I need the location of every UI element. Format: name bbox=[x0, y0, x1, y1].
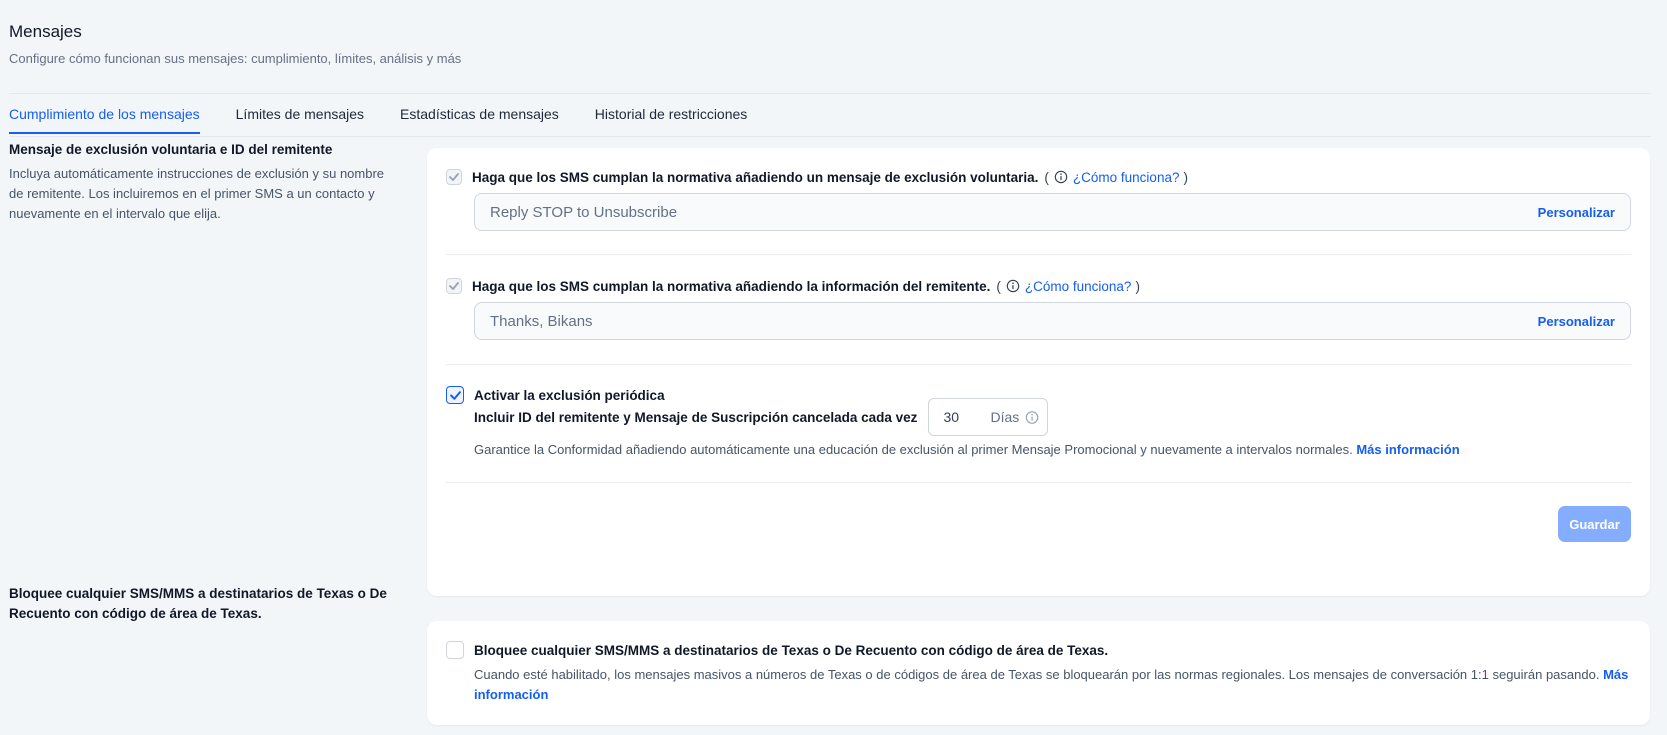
customize-optout-button[interactable]: Personalizar bbox=[1538, 205, 1615, 220]
page-header: Mensajes Configure cómo funcionan sus me… bbox=[9, 22, 461, 66]
texas-block-help: Cuando esté habilitado, los mensajes mas… bbox=[474, 665, 1631, 705]
interval-value: 30 bbox=[943, 409, 960, 425]
info-icon bbox=[1026, 410, 1039, 424]
optout-message-field[interactable]: Reply STOP to Unsubscribe Personalizar bbox=[474, 193, 1631, 231]
texas-block-label: Bloquee cualquier SMS/MMS a destinatario… bbox=[474, 642, 1109, 658]
header-divider bbox=[9, 93, 1651, 94]
more-info-link[interactable]: Más información bbox=[1356, 442, 1459, 457]
tab-bar: Cumplimiento de los mensajes Límites de … bbox=[9, 106, 783, 134]
section-optout-info: Mensaje de exclusión voluntaria e ID del… bbox=[9, 140, 389, 224]
section-optout-description: Incluya automáticamente instrucciones de… bbox=[9, 166, 385, 221]
how-it-works-group: ( ¿Cómo funciona? ) bbox=[996, 279, 1140, 294]
sender-info-checkbox[interactable] bbox=[446, 278, 462, 294]
periodic-help: Garantice la Conformidad añadiendo autom… bbox=[474, 440, 1631, 460]
sender-info-label: Haga que los SMS cumplan la normativa añ… bbox=[472, 278, 991, 294]
paren-close: ) bbox=[1135, 278, 1140, 294]
interval-label: Incluir ID del remitente y Mensaje de Su… bbox=[474, 409, 918, 425]
how-it-works-group: ( ¿Cómo funciona? ) bbox=[1044, 170, 1188, 185]
interval-input[interactable]: 30 Días bbox=[928, 398, 1049, 436]
interval-unit: Días bbox=[990, 409, 1020, 425]
texas-block-row: Bloquee cualquier SMS/MMS a destinatario… bbox=[446, 641, 1631, 659]
info-icon bbox=[1054, 170, 1068, 184]
section-optout-title: Mensaje de exclusión voluntaria e ID del… bbox=[9, 142, 333, 157]
divider bbox=[446, 254, 1631, 255]
paren-close: ) bbox=[1183, 169, 1188, 185]
checkmark-icon bbox=[449, 390, 461, 400]
paren-open: ( bbox=[1044, 169, 1049, 185]
sender-info-value: Thanks, Bikans bbox=[490, 312, 593, 330]
texas-block-card: Bloquee cualquier SMS/MMS a destinatario… bbox=[427, 621, 1650, 725]
periodic-help-text: Garantice la Conformidad añadiendo autom… bbox=[474, 442, 1353, 457]
info-icon bbox=[1006, 279, 1020, 293]
section-texas-info: Bloquee cualquier SMS/MMS a destinatario… bbox=[9, 584, 389, 624]
optout-settings-card: Haga que los SMS cumplan la normativa añ… bbox=[427, 148, 1650, 596]
periodic-optout-checkbox[interactable] bbox=[446, 386, 464, 404]
divider bbox=[446, 364, 1631, 365]
customize-sender-button[interactable]: Personalizar bbox=[1538, 314, 1615, 329]
texas-block-checkbox[interactable] bbox=[446, 641, 464, 659]
paren-open: ( bbox=[996, 278, 1001, 294]
optout-message-value: Reply STOP to Unsubscribe bbox=[490, 203, 678, 221]
sender-info-field[interactable]: Thanks, Bikans Personalizar bbox=[474, 302, 1631, 340]
optout-message-label: Haga que los SMS cumplan la normativa añ… bbox=[472, 169, 1039, 185]
how-it-works-link[interactable]: ¿Cómo funciona? bbox=[1025, 279, 1132, 294]
how-it-works-link[interactable]: ¿Cómo funciona? bbox=[1073, 170, 1180, 185]
interval-row: Incluir ID del remitente y Mensaje de Su… bbox=[474, 398, 1631, 436]
tab-compliance[interactable]: Cumplimiento de los mensajes bbox=[9, 106, 200, 134]
page-title: Mensajes bbox=[9, 22, 82, 41]
page-subtitle: Configure cómo funcionan sus mensajes: c… bbox=[9, 51, 462, 66]
tab-restrictions-history[interactable]: Historial de restricciones bbox=[595, 106, 748, 134]
checkmark-icon bbox=[449, 173, 459, 181]
checkmark-icon bbox=[449, 282, 459, 290]
tab-limits[interactable]: Límites de mensajes bbox=[236, 106, 364, 134]
section-texas-title: Bloquee cualquier SMS/MMS a destinatario… bbox=[9, 586, 387, 621]
divider bbox=[446, 482, 1631, 483]
save-button[interactable]: Guardar bbox=[1558, 506, 1631, 542]
tab-statistics[interactable]: Estadísticas de mensajes bbox=[400, 106, 559, 134]
sender-info-row: Haga que los SMS cumplan la normativa añ… bbox=[446, 278, 1631, 294]
optout-message-checkbox[interactable] bbox=[446, 169, 462, 185]
optout-message-row: Haga que los SMS cumplan la normativa añ… bbox=[446, 169, 1631, 185]
texas-block-help-text: Cuando esté habilitado, los mensajes mas… bbox=[474, 667, 1600, 682]
tabs-divider bbox=[9, 136, 1651, 137]
